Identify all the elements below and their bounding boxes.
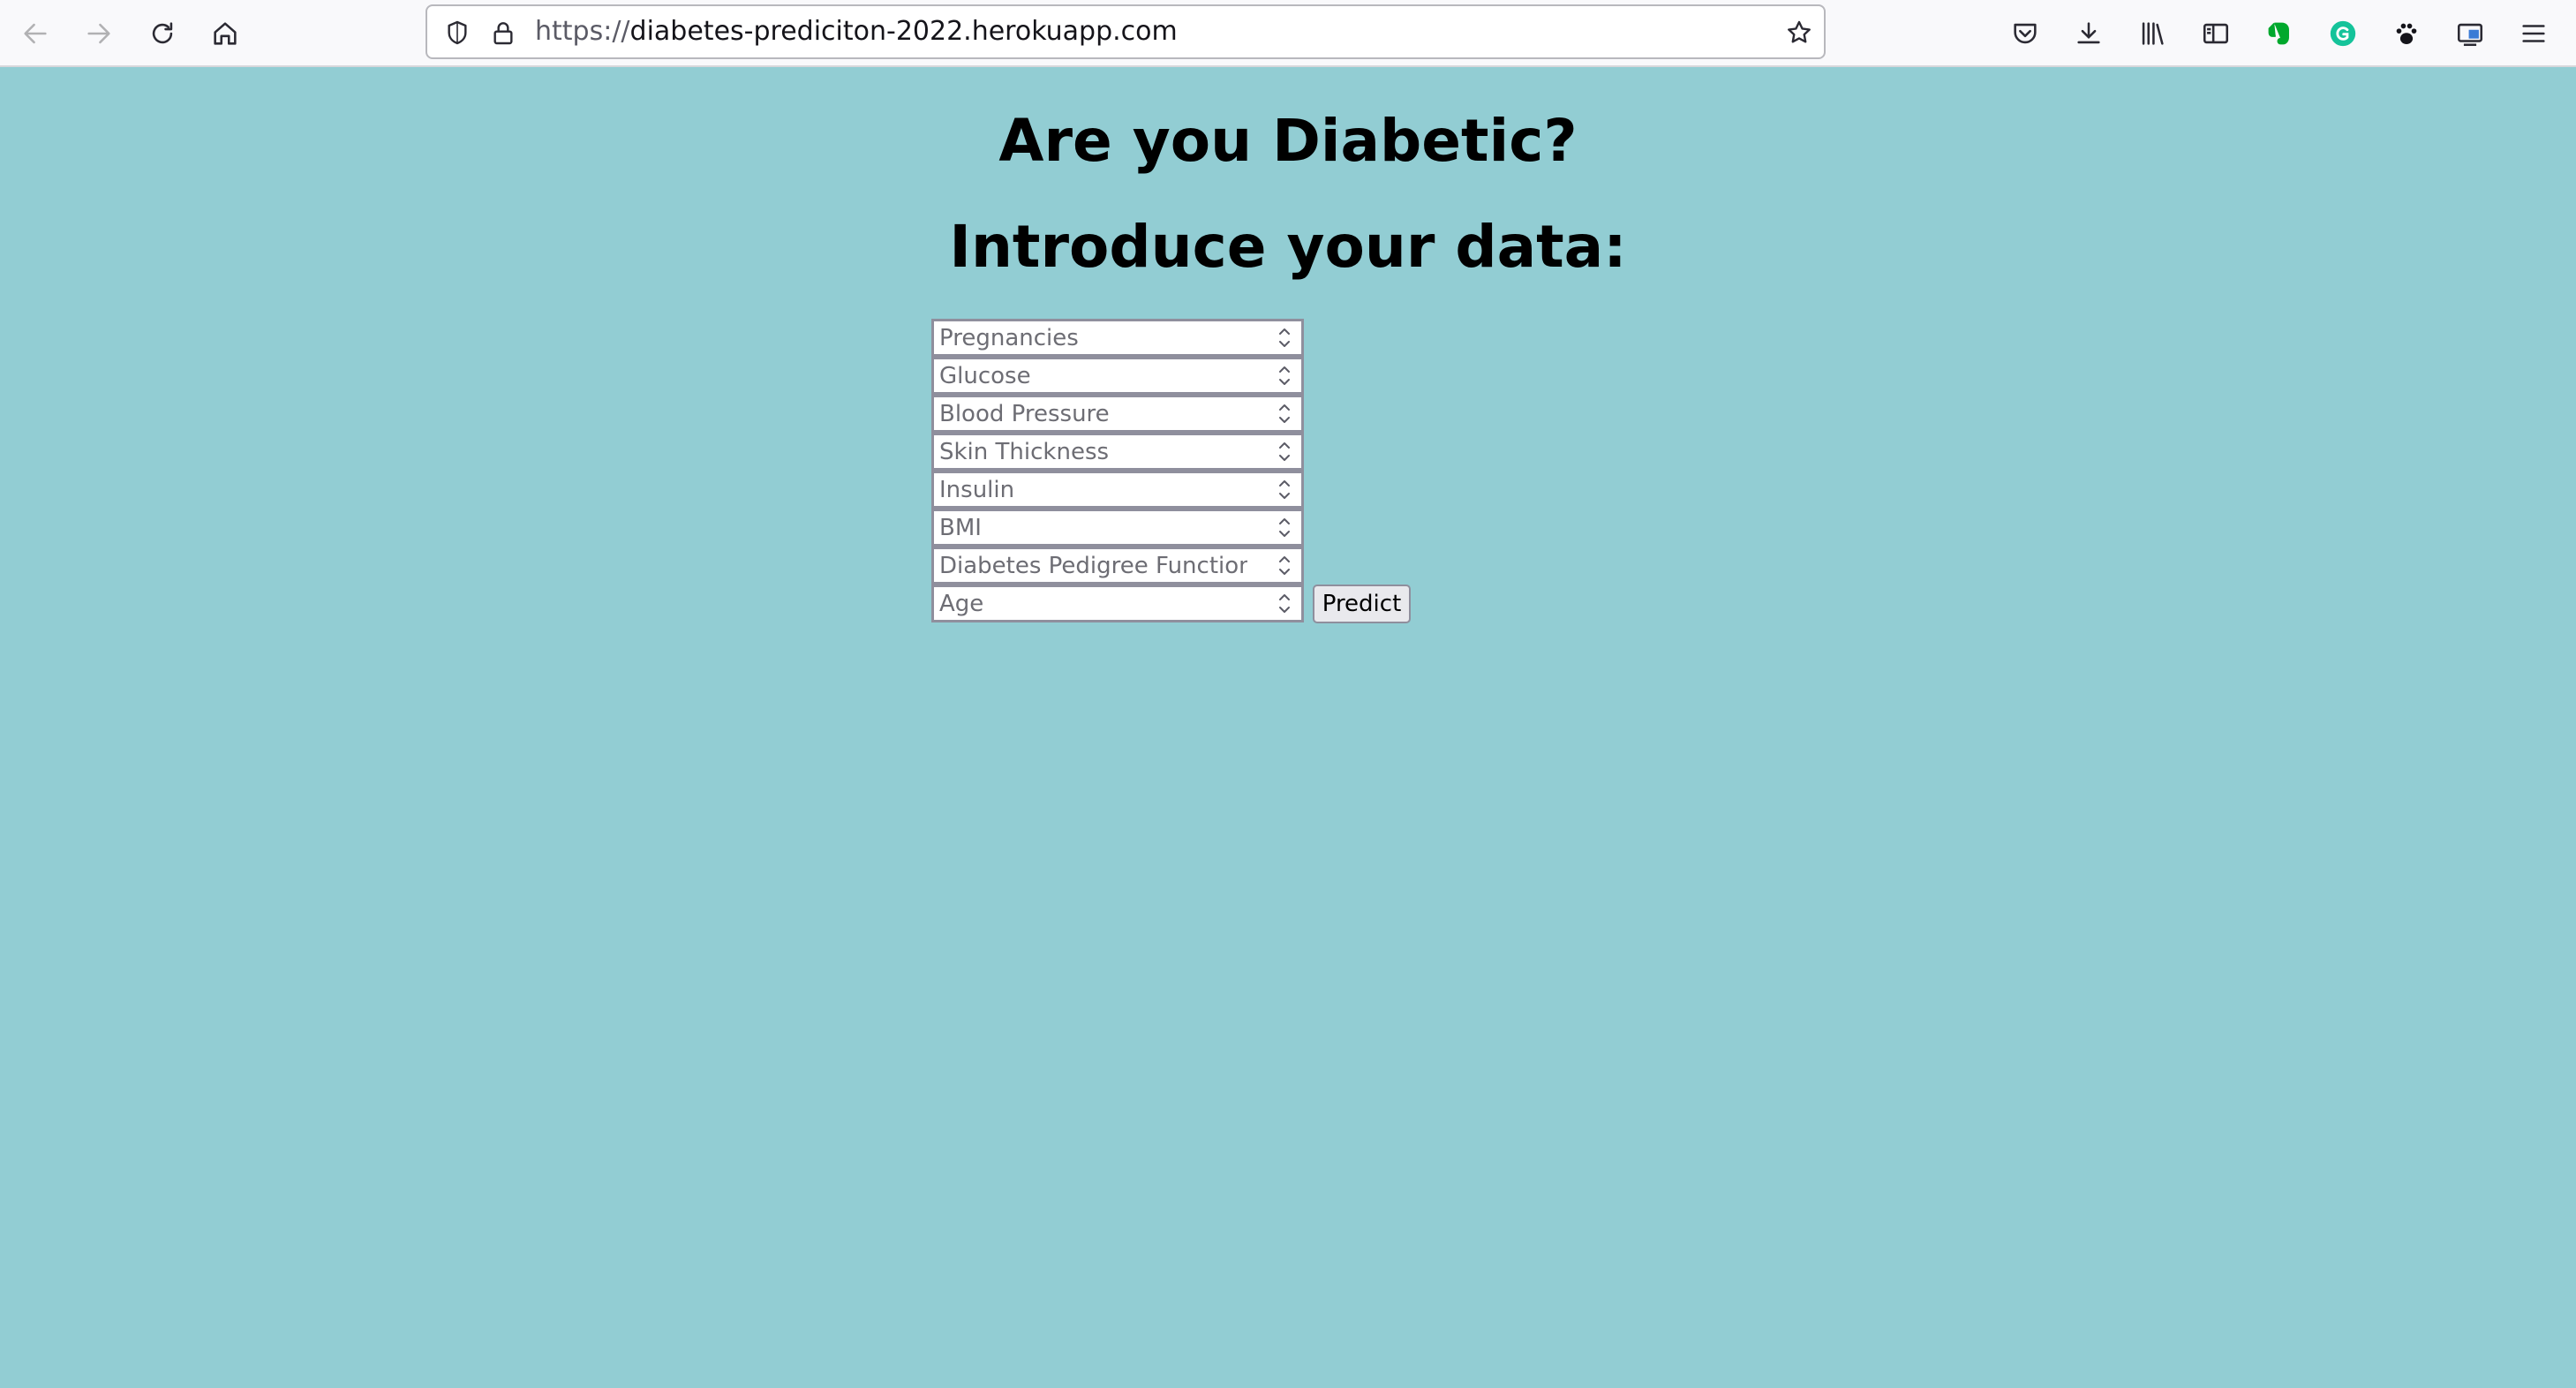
pregnancies-input[interactable] xyxy=(934,321,1261,354)
prediction-form xyxy=(931,319,1304,622)
home-icon[interactable] xyxy=(204,12,246,55)
grammarly-icon[interactable] xyxy=(2322,12,2364,55)
spinner-icon[interactable] xyxy=(1275,361,1294,390)
spinner-icon[interactable] xyxy=(1275,399,1294,428)
predict-button[interactable]: Predict xyxy=(1313,585,1411,623)
spinner-icon[interactable] xyxy=(1275,589,1294,618)
diabetes-pedigree-function-input[interactable] xyxy=(934,549,1261,582)
url-host: diabetes-prediciton-2022.herokuapp.com xyxy=(629,16,1178,47)
page-title: Are you Diabetic? xyxy=(998,107,1578,175)
library-icon[interactable] xyxy=(2131,12,2173,55)
skin-thickness-input[interactable] xyxy=(934,435,1261,468)
glucose-input[interactable] xyxy=(934,359,1261,392)
insulin-input[interactable] xyxy=(934,473,1261,506)
pregnancies-field xyxy=(931,319,1304,357)
diabetes-pedigree-function-field xyxy=(931,547,1304,585)
blood-pressure-field xyxy=(931,395,1304,433)
page-content: Are you Diabetic? Introduce your data: P… xyxy=(0,67,2576,1388)
insulin-field xyxy=(931,471,1304,509)
screenshot-icon[interactable] xyxy=(2449,12,2491,55)
spinner-icon[interactable] xyxy=(1275,323,1294,352)
bookmark-star-icon[interactable] xyxy=(1783,17,1815,49)
browser-toolbar: https://diabetes-prediciton-2022.herokua… xyxy=(0,0,2576,67)
url-scheme: https:// xyxy=(535,16,630,47)
sidebar-icon[interactable] xyxy=(2195,12,2237,55)
spinner-icon[interactable] xyxy=(1275,475,1294,504)
lock-icon[interactable] xyxy=(487,17,519,49)
extension-paw-icon[interactable] xyxy=(2385,12,2428,55)
pocket-icon[interactable] xyxy=(2004,12,2046,55)
bmi-field xyxy=(931,509,1304,547)
age-input[interactable] xyxy=(934,587,1261,620)
spinner-icon[interactable] xyxy=(1275,437,1294,466)
skin-thickness-field xyxy=(931,433,1304,471)
tracking-shield-icon[interactable] xyxy=(441,17,473,49)
spinner-icon[interactable] xyxy=(1275,551,1294,580)
back-arrow-icon[interactable] xyxy=(14,12,56,55)
glucose-field xyxy=(931,357,1304,395)
downloads-icon[interactable] xyxy=(2068,12,2110,55)
forward-arrow-icon[interactable] xyxy=(78,12,120,55)
spinner-icon[interactable] xyxy=(1275,513,1294,542)
url-text[interactable]: https://diabetes-prediciton-2022.herokua… xyxy=(535,6,1178,57)
blood-pressure-input[interactable] xyxy=(934,397,1261,430)
age-field xyxy=(931,585,1304,622)
evernote-icon[interactable] xyxy=(2258,12,2301,55)
reload-icon[interactable] xyxy=(141,12,184,55)
bmi-input[interactable] xyxy=(934,511,1261,544)
menu-icon[interactable] xyxy=(2512,12,2555,55)
address-bar[interactable]: https://diabetes-prediciton-2022.herokua… xyxy=(426,4,1826,59)
page-subtitle: Introduce your data: xyxy=(949,213,1627,281)
